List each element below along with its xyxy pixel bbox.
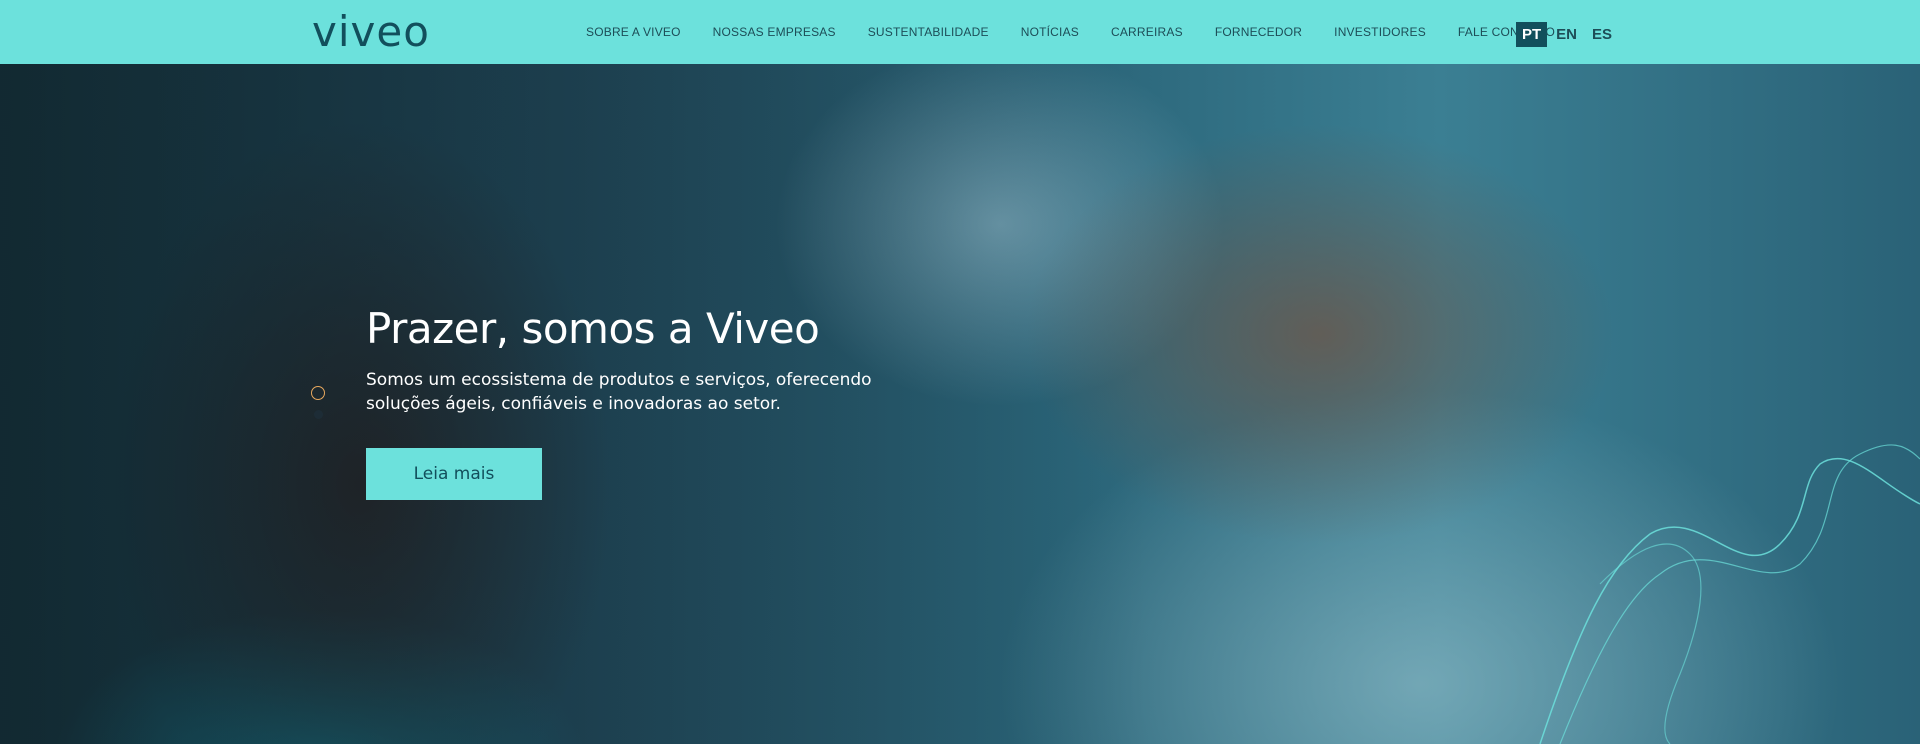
wave-line-2	[1559, 444, 1920, 744]
site-header: viveo SOBRE A VIVEO NOSSAS EMPRESAS SUST…	[0, 0, 1920, 64]
language-switcher: PT EN ES	[1516, 20, 1621, 48]
nav-fornecedor[interactable]: FORNECEDOR	[1215, 25, 1302, 39]
nav-noticias[interactable]: NOTÍCIAS	[1021, 25, 1079, 39]
language-en[interactable]: EN	[1550, 22, 1583, 47]
viveo-logo[interactable]: viveo	[312, 6, 430, 58]
hero-description: Somos um ecossistema de produtos e servi…	[366, 370, 872, 414]
language-pt[interactable]: PT	[1516, 21, 1548, 47]
carousel-dot[interactable]	[314, 410, 323, 419]
nav-investidores[interactable]: INVESTIDORES	[1334, 25, 1426, 39]
wave-line-3	[1599, 543, 1702, 744]
hero-banner: Prazer, somos a Viveo Somos um ecossiste…	[0, 64, 1920, 744]
nav-sustentabilidade[interactable]: SUSTENTABILIDADE	[868, 25, 989, 39]
hero-title: Prazer, somos a Viveo	[366, 304, 820, 353]
page-bottom-edge	[0, 744, 1920, 749]
wave-line-1	[1539, 457, 1920, 744]
language-es[interactable]: ES	[1586, 22, 1618, 47]
decorative-wave-lines	[1539, 444, 1920, 744]
main-nav: SOBRE A VIVEO NOSSAS EMPRESAS SUSTENTABI…	[570, 0, 1571, 64]
nav-nossas-empresas[interactable]: NOSSAS EMPRESAS	[713, 25, 836, 39]
nav-carreiras[interactable]: CARREIRAS	[1111, 25, 1183, 39]
nav-sobre-a-viveo[interactable]: SOBRE A VIVEO	[586, 25, 681, 39]
carousel-dot-active[interactable]	[311, 386, 325, 400]
read-more-button[interactable]: Leia mais	[366, 448, 542, 500]
